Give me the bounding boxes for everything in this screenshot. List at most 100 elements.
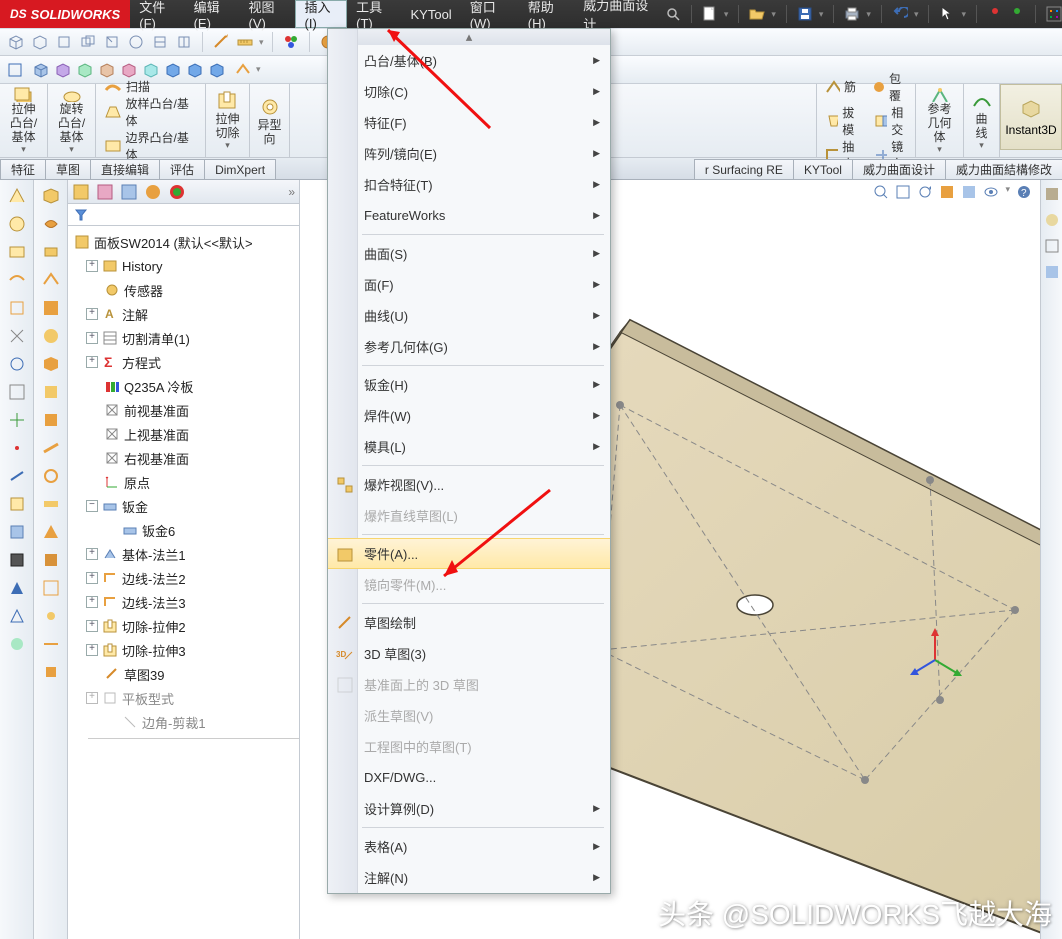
tree-cornertrim[interactable]: 边角-剪裁1 xyxy=(68,710,299,734)
btn-draft[interactable]: 拔模相交 xyxy=(825,104,909,138)
mi-dxf[interactable]: DXF/DWG... xyxy=(328,762,610,793)
tree-material[interactable]: Q235A 冷板 xyxy=(68,374,299,398)
l2-i6[interactable] xyxy=(41,326,61,346)
mi-tables[interactable]: 表格(A) xyxy=(328,831,610,862)
mi-annotations[interactable]: 注解(N) xyxy=(328,862,610,893)
mi-part[interactable]: 零件(A)... xyxy=(328,538,610,569)
help-vp-icon[interactable]: ? xyxy=(1016,184,1032,200)
mi-curve[interactable]: 曲线(U) xyxy=(328,300,610,331)
l2-i4[interactable] xyxy=(41,270,61,290)
tree-right[interactable]: 右视基准面 xyxy=(68,446,299,470)
mi-molds[interactable]: 模具(L) xyxy=(328,431,610,462)
grp-refgeom[interactable]: 参考几何体 ▾ xyxy=(916,84,964,157)
traffic-light-green[interactable] xyxy=(1009,6,1025,22)
config-tab-icon[interactable] xyxy=(96,183,114,201)
qa2-box7[interactable] xyxy=(164,61,182,79)
tree-sheetmetal[interactable]: −钣金 xyxy=(68,494,299,518)
tab-surfacing[interactable]: r Surfacing RE xyxy=(694,159,794,179)
save-icon[interactable] xyxy=(797,6,813,22)
l1-i14[interactable] xyxy=(7,550,27,570)
filter-icon[interactable] xyxy=(74,208,88,222)
l2-i1[interactable] xyxy=(41,186,61,206)
menu-insert[interactable]: 插入(I) xyxy=(295,0,348,28)
menu-edit[interactable]: 编辑(E) xyxy=(185,0,240,28)
qa-cube2[interactable] xyxy=(30,32,50,52)
l1-i17[interactable] xyxy=(7,634,27,654)
qa-cube5[interactable] xyxy=(102,32,122,52)
tab-weili1[interactable]: 威力曲面设计 xyxy=(852,159,946,179)
qa-measure-icon[interactable] xyxy=(235,32,255,52)
rb-i1[interactable] xyxy=(1044,186,1060,202)
options-icon[interactable] xyxy=(1046,6,1062,22)
l1-i13[interactable] xyxy=(7,522,27,542)
l2-i12[interactable] xyxy=(41,494,61,514)
menu-help[interactable]: 帮助(H) xyxy=(519,0,575,28)
search-icon[interactable] xyxy=(665,6,681,22)
tree-root[interactable]: 面板SW2014 (默认<<默认> xyxy=(68,230,299,254)
tree-baseflange[interactable]: +基体-法兰1 xyxy=(68,542,299,566)
l1-i11[interactable] xyxy=(7,466,27,486)
btn-boundary[interactable]: 边界凸台/基体 xyxy=(104,129,199,163)
l2-i18[interactable] xyxy=(41,662,61,682)
qa2-box2[interactable] xyxy=(54,61,72,79)
print-icon[interactable] xyxy=(844,6,860,22)
display-tab-icon[interactable] xyxy=(144,183,162,201)
prop-tab-icon[interactable] xyxy=(120,183,138,201)
mi-cut[interactable]: 切除(C) xyxy=(328,76,610,107)
display-style-icon[interactable] xyxy=(961,184,977,200)
qa2-box9[interactable] xyxy=(208,61,226,79)
traffic-light-red[interactable] xyxy=(987,6,1003,22)
select-icon[interactable] xyxy=(939,6,955,22)
btn-loft[interactable]: 放样凸台/基体 xyxy=(104,95,199,129)
l1-i3[interactable] xyxy=(7,242,27,262)
tree-edgeflange3[interactable]: +边线-法兰3 xyxy=(68,590,299,614)
qa2-sheet-icon[interactable] xyxy=(234,61,252,79)
grp-extrude[interactable]: 拉伸凸台/基体 ▾ xyxy=(0,84,48,157)
btn-rib[interactable]: 筋包覆 xyxy=(825,70,909,104)
grp-curves[interactable]: 曲线 ▾ xyxy=(964,84,1000,157)
l1-i4[interactable] xyxy=(7,270,27,290)
tree-history[interactable]: +History xyxy=(68,254,299,278)
mi-refgeom[interactable]: 参考几何体(G) xyxy=(328,331,610,362)
qa2-box8[interactable] xyxy=(186,61,204,79)
mi-weldments[interactable]: 焊件(W) xyxy=(328,400,610,431)
tab-features[interactable]: 特征 xyxy=(0,159,46,179)
rb-i2[interactable] xyxy=(1044,212,1060,228)
rb-i4[interactable] xyxy=(1044,264,1060,280)
l1-i10[interactable] xyxy=(7,438,27,458)
mi-fasten[interactable]: 扣合特征(T) xyxy=(328,169,610,200)
tree-sketch39[interactable]: 草图39 xyxy=(68,662,299,686)
l2-i5[interactable] xyxy=(41,298,61,318)
zoom-fit-icon[interactable] xyxy=(873,184,889,200)
tree-sheetmetal6[interactable]: 钣金6 xyxy=(68,518,299,542)
menu-kytool[interactable]: KYTool xyxy=(402,0,461,28)
tab-directedit[interactable]: 直接编辑 xyxy=(90,159,160,179)
tree-sensors[interactable]: 传感器 xyxy=(68,278,299,302)
rotate-icon[interactable] xyxy=(917,184,933,200)
tab-weili2[interactable]: 威力曲面結構修改 xyxy=(945,159,1062,179)
l1-i15[interactable] xyxy=(7,578,27,598)
l1-i2[interactable] xyxy=(7,214,27,234)
grp-cut[interactable]: 拉伸切除 ▾ xyxy=(206,84,250,157)
tree-anno[interactable]: +A注解 xyxy=(68,302,299,326)
tree-cutlist[interactable]: +切割清单(1) xyxy=(68,326,299,350)
l1-i6[interactable] xyxy=(7,326,27,346)
qa-rebuild-icon[interactable] xyxy=(281,32,301,52)
qa-cube6[interactable] xyxy=(126,32,146,52)
grp-wizard[interactable]: 异型向 xyxy=(250,84,290,157)
tree-cutextrude2[interactable]: +切除-拉伸2 xyxy=(68,614,299,638)
rb-i3[interactable] xyxy=(1044,238,1060,254)
tab-dimxpert[interactable]: DimXpert xyxy=(204,159,276,179)
menu-view[interactable]: 视图(V) xyxy=(240,0,295,28)
l2-i13[interactable] xyxy=(41,522,61,542)
tab-sketch[interactable]: 草图 xyxy=(45,159,91,179)
qa2-box1[interactable] xyxy=(32,61,50,79)
qa-cube8[interactable] xyxy=(174,32,194,52)
qa2-box3[interactable] xyxy=(76,61,94,79)
l1-i8[interactable] xyxy=(7,382,27,402)
menu-tools[interactable]: 工具(T) xyxy=(347,0,401,28)
l2-i8[interactable] xyxy=(41,382,61,402)
l2-i14[interactable] xyxy=(41,550,61,570)
l2-i10[interactable] xyxy=(41,438,61,458)
mi-face[interactable]: 面(F) xyxy=(328,269,610,300)
